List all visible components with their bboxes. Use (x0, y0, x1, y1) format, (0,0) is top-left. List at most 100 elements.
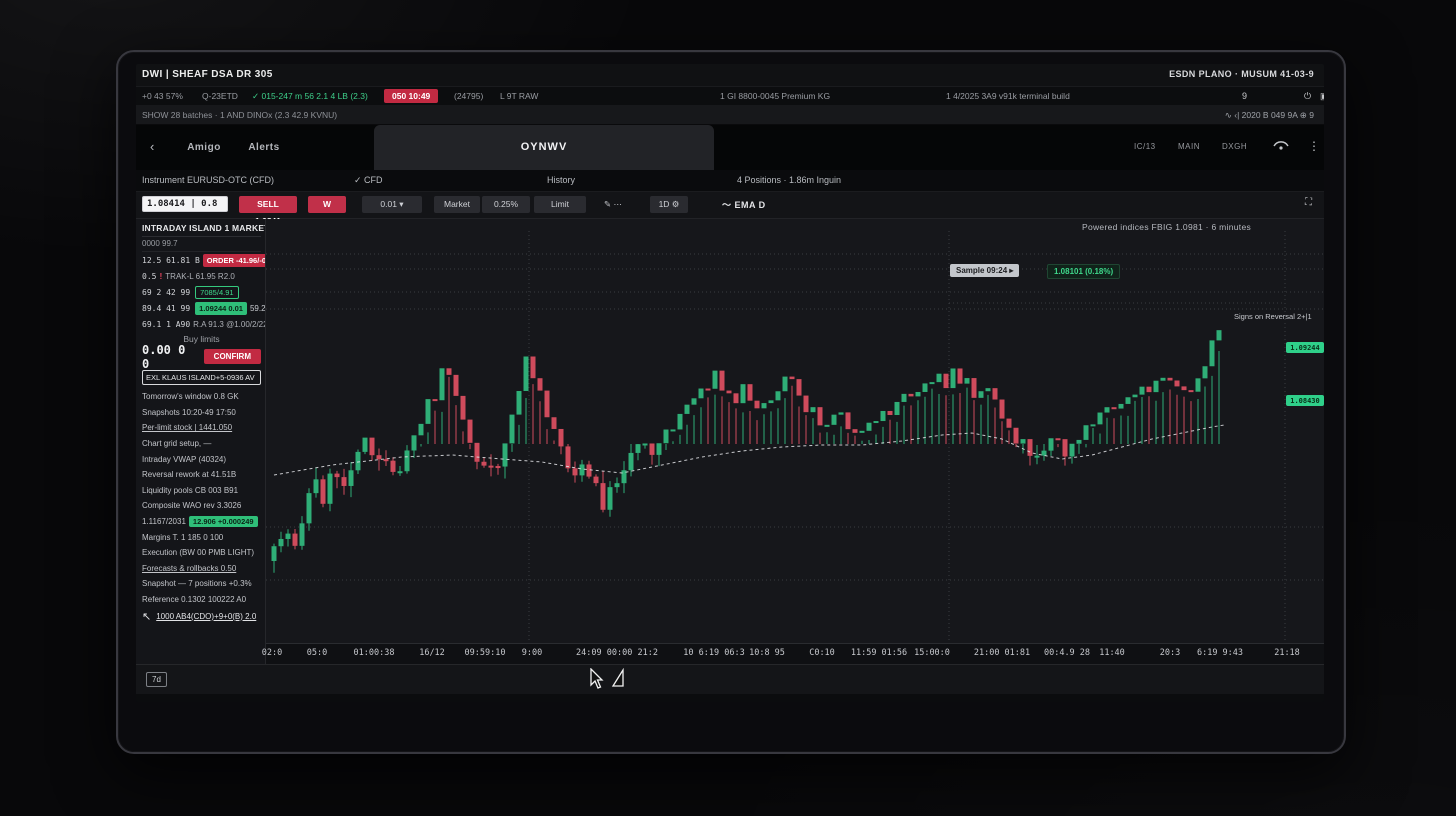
tab-amigo[interactable]: Amigo (174, 125, 234, 170)
list-item[interactable]: Execution (BW 00 PMB LIGHT) (142, 545, 261, 561)
market-button[interactable]: Market (434, 196, 480, 213)
app-title: DWI | SHEAF DSA DR 305 (142, 69, 273, 80)
bottom-bar: 7d (136, 664, 1324, 694)
list-item[interactable]: Composite WAO rev 3.3026 (142, 498, 261, 514)
list-item[interactable]: Margins T. 1 185 0 100 (142, 529, 261, 545)
history-link[interactable]: History (547, 175, 575, 185)
account-id: 1 GI 8800-0045 Premium KG (720, 91, 830, 101)
resize-cursor-icon (610, 668, 626, 690)
tabs-row: ‹ Amigo Alerts OYNWV IC/13 MAIN DXGH ⋮ (136, 125, 1324, 170)
volume-value[interactable]: 0.00 0 0 (142, 343, 198, 371)
time-tick: 20:3 (1160, 648, 1180, 658)
list-item[interactable]: Intraday VWAP (40324) (142, 451, 261, 467)
list-item-text: Composite WAO rev 3.3026 (142, 501, 241, 510)
draw-tools-icon[interactable]: ✎ ⋯ (598, 196, 628, 213)
panel-subheader: 0000 99.7 (142, 237, 261, 252)
list-item[interactable]: Liquidity pools CB 003 B91 (142, 483, 261, 499)
symbol-bar: Instrument EURUSD-OTC (CFD) ✓ CFD Histor… (136, 170, 1324, 192)
build-info: ESDN PLANO · MUSUM 41-03-9 (1169, 69, 1314, 79)
signal-icon[interactable] (1272, 137, 1290, 158)
title-bar: DWI | SHEAF DSA DR 305 ESDN PLANO · MUSU… (136, 64, 1324, 87)
lot-size-dropdown[interactable]: 0.01 ▾ (362, 196, 422, 213)
w-button[interactable]: W (308, 196, 346, 213)
time-tick: 10:8 95 (749, 648, 785, 658)
side-panel: INTRADAY ISLAND 1 MARKETS 0000 99.7 12.5… (136, 219, 266, 664)
back-chevron-icon[interactable]: ‹ (150, 139, 154, 154)
status-change: +0 43 57% (142, 91, 183, 101)
list-item[interactable]: Forecasts & rollbacks 0.50 (142, 561, 261, 577)
time-axis[interactable]: 02:005:001:00:3816/1209:59:109:0024:09 0… (266, 643, 1324, 664)
list-item-text: Forecasts & rollbacks 0.50 (142, 564, 236, 573)
time-tick: 01:00:38 (354, 648, 395, 658)
order-row-1[interactable]: 0.5!TRAK-L 61.95 R2.0 (142, 268, 261, 284)
buy-order-badge[interactable]: 1.09244 0.01 (195, 302, 247, 315)
list-item[interactable]: Per-limit stock | 1441.050 (142, 420, 261, 436)
mouse-cursor-icon (588, 668, 604, 690)
notification-count-icon[interactable]: 9 (1242, 91, 1247, 101)
list-item[interactable]: 1.1167/203112.906 +0.000249 (142, 514, 261, 530)
sell-order-badge[interactable]: ORDER -41.96/-0.36 (203, 254, 266, 267)
power-icon[interactable]: ⏻ (1304, 91, 1311, 102)
price-change-badge[interactable]: 1.08101 (0.18%) (1047, 264, 1120, 279)
terminal-info: 1 4/2025 3A9 v91k terminal build (946, 91, 1070, 101)
panel-header: INTRADAY ISLAND 1 MARKETS (142, 223, 261, 237)
order-row-text: TRAK-L 61.95 R2.0 (165, 272, 235, 281)
sample-badge[interactable]: Sample 09:24 ▸ (950, 264, 1019, 277)
window-icon[interactable]: ▣ (1320, 91, 1324, 102)
panel-boxed-note[interactable]: EXL KLAUS ISLAND+5-0936 AV (142, 370, 261, 385)
list-item-text: Liquidity pools CB 003 B91 (142, 486, 238, 495)
tab-mini-3[interactable]: DXGH (1222, 142, 1247, 151)
menu-bar: SHOW 28 batches · 1 AND DINOx (2.3 42.9 … (136, 106, 1324, 125)
tab-mini-2[interactable]: MAIN (1178, 142, 1200, 151)
order-row-label: 69 2 42 99 (142, 288, 190, 297)
list-item[interactable]: Chart grid setup, — (142, 436, 261, 452)
candlestick-svg (266, 219, 1324, 643)
timeframe-button[interactable]: 1D ⚙ (650, 196, 688, 213)
order-row-0[interactable]: 12.5 61.81 BORDER -41.96/-0.36 (142, 252, 261, 268)
percent-button[interactable]: 0.25% (482, 196, 530, 213)
time-tick: 16/12 (419, 648, 445, 658)
list-item[interactable]: Reference 0.1302 100222 A0 (142, 592, 261, 608)
tab-alerts[interactable]: Alerts (234, 125, 294, 170)
indicator-legend[interactable]: 〜 EMA D (722, 198, 766, 211)
range-button[interactable]: 7d (146, 672, 167, 687)
positions-summary[interactable]: 4 Positions · 1.86m Inguin (737, 175, 841, 185)
volume-row: 0.00 0 0 CONFIRM (142, 346, 261, 367)
order-row-2[interactable]: 69 2 42 99 7085/4.91 (142, 284, 261, 300)
status-alert-badge[interactable]: 050 10:49 (384, 89, 438, 103)
status-quote: Q-23ETD (202, 91, 238, 101)
cursor-icon: ↖ (142, 610, 151, 623)
list-item[interactable]: Reversal rework at 41.51B (142, 467, 261, 483)
list-item-text: Intraday VWAP (40324) (142, 455, 226, 464)
limit-button[interactable]: Limit (534, 196, 586, 213)
chart-column: Powered indices FBIG 1.0981 · 6 minutes … (266, 219, 1324, 664)
order-price-input[interactable] (142, 196, 228, 212)
time-tick: 21:18 (1274, 648, 1300, 658)
order-toolbar: SELL 1.0841 W 0.01 ▾ Market 0.25% Limit … (136, 192, 1324, 219)
fullscreen-icon[interactable]: ⛶ (1305, 197, 1312, 208)
tab-active[interactable]: OYNWV (374, 125, 714, 170)
tab-mini-1[interactable]: IC/13 (1134, 142, 1156, 151)
candlestick-chart[interactable]: Powered indices FBIG 1.0981 · 6 minutes … (266, 219, 1324, 643)
list-green-badge: 12.906 +0.000249 (189, 516, 258, 527)
list-item-text: Snapshot — 7 positions +0.3% (142, 579, 252, 588)
menu-tools[interactable]: ∿ ‹| 2020 B 049 9A ⊕ 9 (1225, 110, 1314, 121)
order-row-extra: 59.21 (250, 304, 266, 313)
list-item[interactable]: Snapshots 10:20-49 17:50 (142, 405, 261, 421)
time-tick: 21:00 01:81 (974, 648, 1030, 658)
kebab-menu-icon[interactable]: ⋮ (1308, 139, 1320, 153)
sell-button[interactable]: SELL 1.0841 (239, 196, 297, 213)
confirm-button[interactable]: CONFIRM (204, 349, 261, 364)
order-row-3[interactable]: 89.4 41 991.09244 0.0159.21 (142, 300, 261, 316)
order-row-label: 12.5 61.81 B (142, 256, 200, 265)
time-tick: 11:40 (1099, 648, 1125, 658)
panel-cursor-row[interactable]: ↖ 1000 AB4(CDO)+9+0(B) 2.0 (142, 607, 261, 625)
instrument-label[interactable]: Instrument EURUSD-OTC (CFD) (142, 175, 274, 185)
screen-filler (136, 694, 1324, 702)
main-area: INTRADAY ISLAND 1 MARKETS 0000 99.7 12.5… (136, 219, 1324, 664)
list-item[interactable]: Tomorrow's window 0.8 GK (142, 389, 261, 405)
list-item[interactable]: Snapshot — 7 positions +0.3% (142, 576, 261, 592)
order-row-4[interactable]: 69.1 1 A90R.A 91.3 @1.00/2/22 (142, 316, 261, 332)
green-outline-badge[interactable]: 7085/4.91 (195, 286, 238, 299)
time-tick: 9:00 (522, 648, 542, 658)
